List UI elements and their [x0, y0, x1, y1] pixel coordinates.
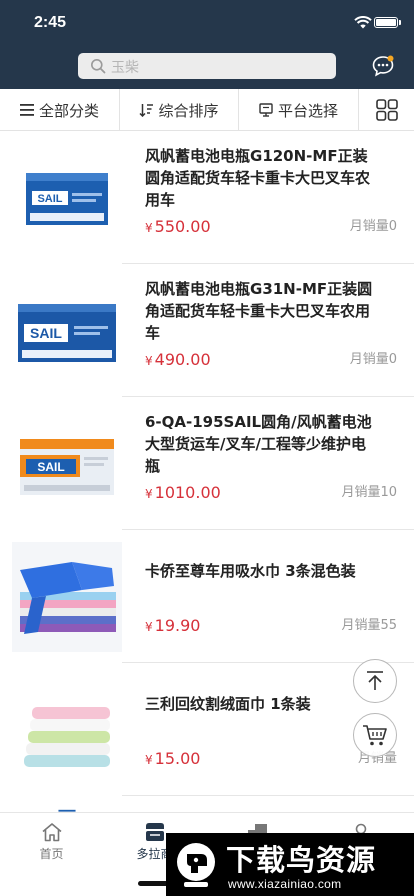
scroll-top-button[interactable]: [353, 659, 397, 703]
price-value: 15.00: [154, 749, 201, 768]
product-item[interactable]: 卡侨至尊车用吸水巾 3条混色装 ¥19.90 月销量55: [0, 530, 414, 663]
product-title[interactable]: 风帆蓄电池电瓶G31N-MF正装圆角适配货车轻卡重卡大巴叉车农用车: [145, 278, 380, 344]
tab-home[interactable]: 首页: [0, 813, 103, 863]
filter-bar: 全部分类 综合排序 平台选择: [0, 89, 414, 131]
product-list: SAIL 风帆蓄电池电瓶G120N-MF正装圆角适配货车轻卡重卡大巴叉车农用车 …: [0, 131, 414, 816]
monthly-sales: 月销量0: [349, 352, 397, 367]
all-categories-button[interactable]: 全部分类: [0, 89, 119, 131]
product-price: ¥15.00: [145, 749, 200, 768]
battery-icon: [374, 17, 398, 28]
product-price: ¥1010.00: [145, 483, 221, 502]
price-value: 1010.00: [154, 483, 221, 502]
product-title[interactable]: 三利回纹割绒面巾 1条装: [145, 693, 380, 715]
watermark-logo: [177, 843, 215, 887]
shop-icon: [145, 823, 164, 841]
price-value: 490.00: [154, 350, 211, 369]
currency-symbol: ¥: [145, 487, 153, 501]
watermark-title: 下载鸟资源: [226, 843, 377, 877]
message-icon[interactable]: [372, 55, 394, 77]
currency-symbol: ¥: [145, 753, 153, 767]
product-price: ¥19.90: [145, 616, 200, 635]
cart-icon: [363, 725, 387, 746]
brand-text: SAIL: [37, 193, 62, 205]
currency-symbol: ¥: [145, 620, 153, 634]
currency-symbol: ¥: [145, 354, 153, 368]
cart-button[interactable]: [353, 713, 397, 757]
product-item[interactable]: 三利回纹割绒面巾 1条装 ¥15.00 月销量: [0, 663, 414, 796]
wifi-icon: [354, 16, 372, 29]
monthly-sales: 月销量0: [349, 219, 397, 234]
battery-blue-image: SAIL: [12, 143, 122, 253]
brand-text: SAIL: [37, 460, 64, 474]
battery-blue-image: SAIL: [12, 276, 122, 386]
battery-tip: [399, 20, 401, 25]
sort-label: 综合排序: [158, 101, 219, 120]
platform-select-button[interactable]: 平台选择: [239, 89, 358, 131]
product-item[interactable]: SAIL 6-QA-195SAIL圆角/风帆蓄电池大型货运车/叉车/工程等少维护…: [0, 397, 414, 530]
platform-label: 平台选择: [277, 101, 338, 120]
product-price: ¥490.00: [145, 350, 211, 369]
product-item[interactable]: SAIL 风帆蓄电池电瓶G120N-MF正装圆角适配货车轻卡重卡大巴叉车农用车 …: [0, 131, 414, 264]
currency-symbol: ¥: [145, 221, 153, 235]
grid-view-icon: [375, 99, 398, 121]
platform-icon: [259, 103, 273, 117]
status-bar: 2:45: [0, 0, 414, 44]
battery-orange-image: SAIL: [12, 409, 122, 519]
monthly-sales: 月销量10: [341, 485, 397, 500]
product-title[interactable]: 6-QA-195SAIL圆角/风帆蓄电池大型货运车/叉车/工程等少维护电瓶: [145, 411, 380, 477]
search-bar[interactable]: 玉柴: [78, 53, 336, 79]
watermark-url: www.xiazainiao.com: [228, 877, 342, 891]
search-icon: [91, 59, 106, 74]
product-item[interactable]: SAIL 风帆蓄电池电瓶G31N-MF正装圆角适配货车轻卡重卡大巴叉车农用车 ¥…: [0, 264, 414, 397]
product-price: ¥550.00: [145, 217, 211, 236]
watermark: 下载鸟资源 www.xiazainiao.com: [166, 833, 414, 896]
product-title[interactable]: 风帆蓄电池电瓶G120N-MF正装圆角适配货车轻卡重卡大巴叉车农用车: [145, 145, 380, 211]
status-time: 2:45: [34, 14, 67, 31]
price-value: 550.00: [154, 217, 211, 236]
monthly-sales: 月销量55: [341, 618, 397, 633]
app-screen: 2:45 玉柴 全部分类 综合排序 平台选择 SAIL 风帆蓄电池电瓶G120N…: [0, 0, 414, 896]
price-value: 19.90: [154, 616, 201, 635]
all-categories-label: 全部分类: [38, 101, 99, 120]
sort-button[interactable]: 综合排序: [120, 89, 238, 131]
product-title[interactable]: 卡侨至尊车用吸水巾 3条混色装: [145, 560, 380, 582]
home-icon: [41, 823, 62, 842]
arrow-up-icon: [367, 671, 383, 690]
menu-icon: [19, 104, 34, 116]
header: 2:45 玉柴: [0, 0, 414, 89]
tab-home-label: 首页: [39, 847, 64, 861]
brand-text: SAIL: [30, 325, 62, 341]
sort-icon: [139, 104, 154, 117]
grid-view-toggle[interactable]: [359, 89, 414, 131]
search-input[interactable]: 玉柴: [111, 57, 139, 77]
towels-blue-image: [12, 542, 122, 652]
towels-pastel-image: [12, 675, 122, 785]
